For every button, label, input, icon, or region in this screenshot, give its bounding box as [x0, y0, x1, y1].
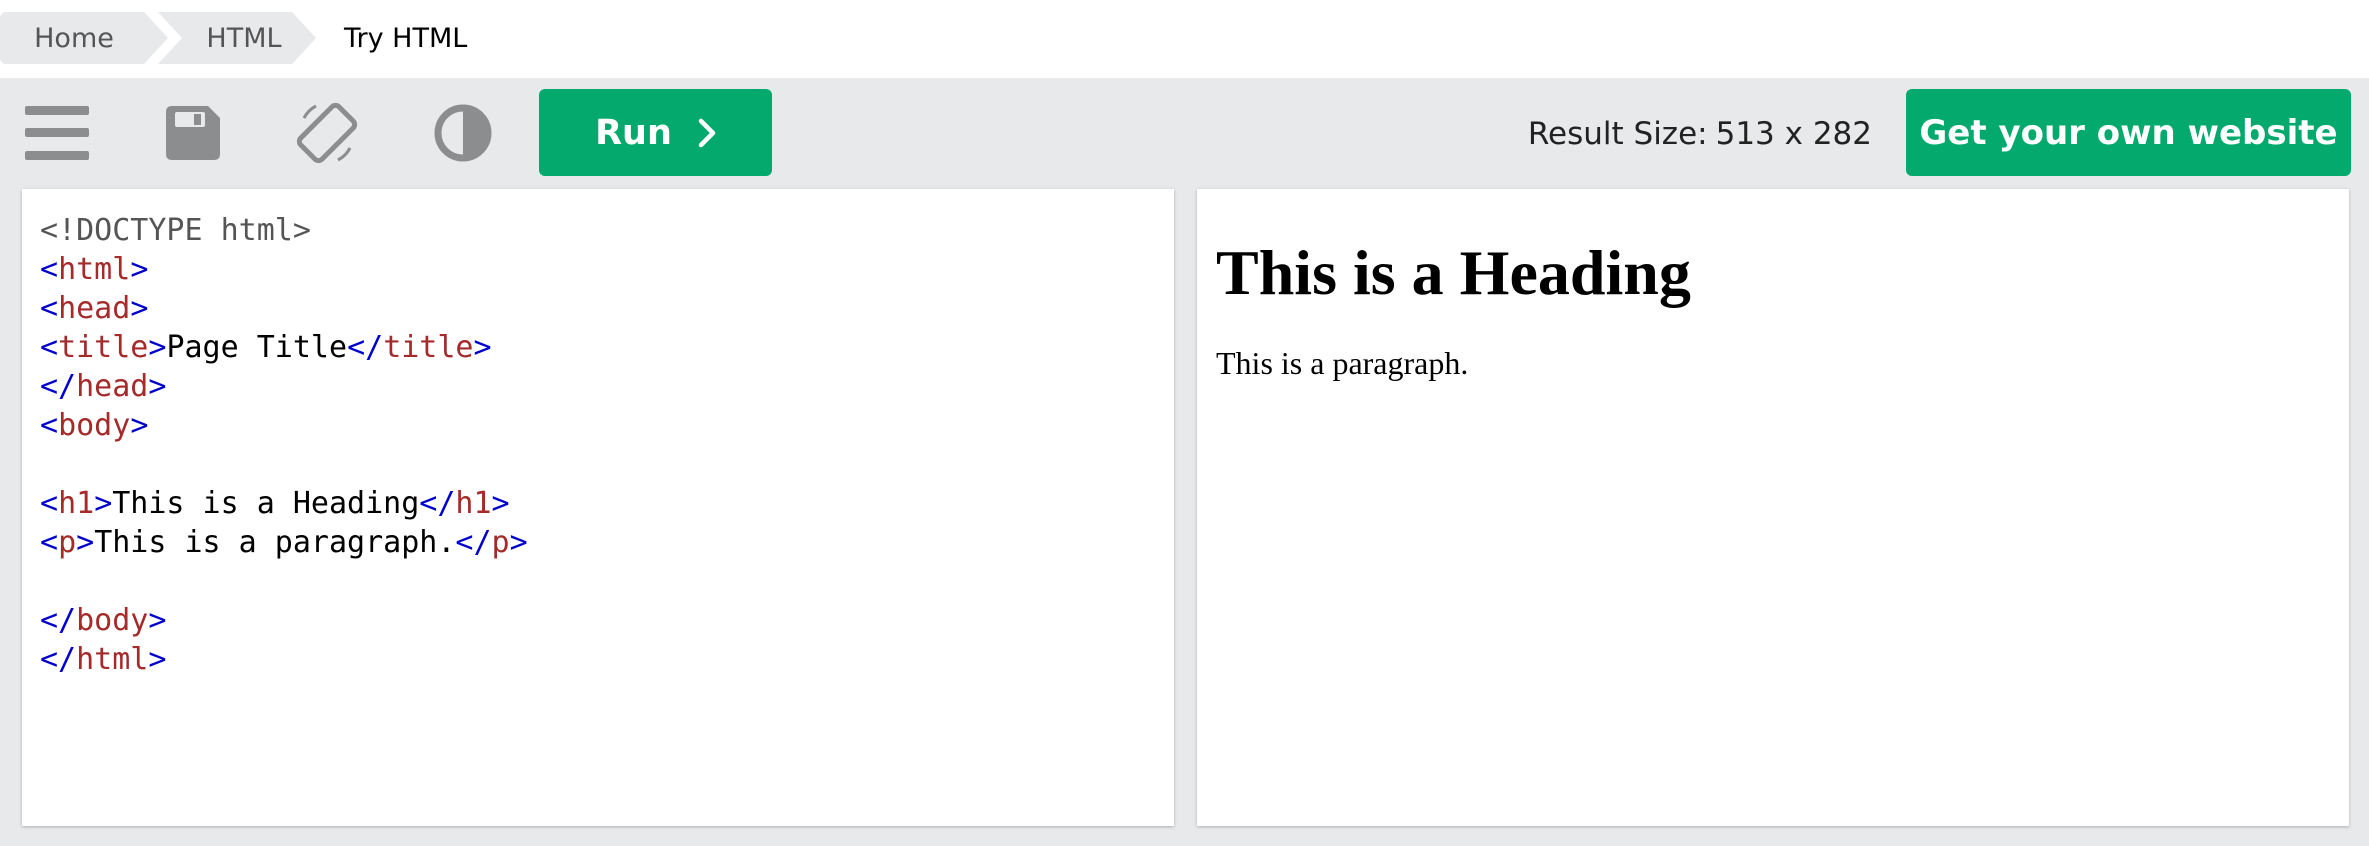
code-bracket: > — [148, 330, 167, 365]
code-bracket: > — [509, 525, 528, 560]
result-panel: This is a Heading This is a paragraph. — [1197, 189, 2349, 826]
code-tag-name: html — [76, 642, 149, 677]
code-bracket: > — [94, 486, 113, 521]
code-line: <h1>This is a Heading</h1> — [40, 484, 1174, 523]
code-doctype: <!DOCTYPE html> — [40, 213, 311, 248]
code-line: <head> — [40, 289, 1174, 328]
code-line: <html> — [40, 250, 1174, 289]
rotate-icon[interactable] — [294, 100, 360, 166]
code-bracket: </ — [40, 642, 77, 677]
chevron-right-icon — [698, 118, 716, 148]
code-lines: <!DOCTYPE html> <html> <head> <title>Page T… — [40, 211, 1174, 679]
code-line: </body> — [40, 601, 1174, 640]
breadcrumb-current: Try HTML — [344, 22, 468, 54]
code-line: <p>This is a paragraph.</p> — [40, 523, 1174, 562]
code-tag-name: p — [491, 525, 510, 560]
code-bracket: < — [40, 525, 59, 560]
code-bracket: > — [473, 330, 492, 365]
code-tag-name: html — [58, 252, 131, 287]
code-bracket: < — [40, 486, 59, 521]
breadcrumb: Home HTML Try HTML — [0, 0, 2369, 74]
code-bracket: < — [40, 252, 59, 287]
run-button[interactable]: Run — [539, 89, 772, 176]
save-icon[interactable] — [160, 100, 226, 166]
code-bracket: </ — [347, 330, 384, 365]
breadcrumb-home[interactable]: Home — [0, 12, 168, 64]
breadcrumb-html[interactable]: HTML — [158, 12, 316, 64]
code-bracket: < — [40, 291, 59, 326]
code-bracket: </ — [40, 369, 77, 404]
code-text: This is a paragraph. — [94, 525, 456, 560]
contrast-icon[interactable] — [430, 100, 496, 166]
code-bracket: > — [76, 525, 95, 560]
run-label: Run — [595, 112, 672, 153]
code-bracket: > — [148, 369, 167, 404]
code-tag-name: p — [58, 525, 77, 560]
code-line: <title>Page Title</title> — [40, 328, 1174, 367]
code-tag-name: title — [383, 330, 474, 365]
result-size-value: 513 x 282 — [1715, 116, 1872, 152]
get-own-website-button[interactable]: Get your own website — [1906, 89, 2351, 176]
code-editor[interactable]: <!DOCTYPE html> <html> <head> <title>Page T… — [22, 189, 1174, 826]
result-size-label: Result Size: — [1527, 116, 1708, 152]
code-bracket: > — [130, 408, 149, 443]
code-bracket: < — [40, 408, 59, 443]
result-paragraph: This is a paragraph. — [1216, 345, 1469, 381]
code-bracket: > — [148, 603, 167, 638]
code-line: </html> — [40, 640, 1174, 679]
code-tag-name: title — [58, 330, 149, 365]
menu-icon[interactable] — [24, 100, 90, 166]
code-bracket: </ — [419, 486, 456, 521]
code-text: Page Title — [166, 330, 348, 365]
result-size: Result Size: 513 x 282 — [1528, 114, 1872, 154]
code-bracket: </ — [40, 603, 77, 638]
code-bracket: </ — [455, 525, 492, 560]
code-tag-name: h1 — [455, 486, 492, 521]
toolbar: Run Result Size: 513 x 282 Get your own … — [0, 78, 2369, 188]
code-line: <body> — [40, 406, 1174, 445]
code-bracket: < — [40, 330, 59, 365]
code-tag-name: body — [58, 408, 131, 443]
code-bracket: > — [130, 291, 149, 326]
result-heading: This is a Heading — [1216, 237, 1691, 308]
code-tag-name: head — [58, 291, 131, 326]
code-bracket: > — [148, 642, 167, 677]
code-line: </head> — [40, 367, 1174, 406]
code-tag-name: head — [76, 369, 149, 404]
code-text: This is a Heading — [112, 486, 420, 521]
code-tag-name: body — [76, 603, 149, 638]
code-tag-name: h1 — [58, 486, 95, 521]
code-bracket: > — [130, 252, 149, 287]
panels-area: <!DOCTYPE html> <html> <head> <title>Page T… — [0, 188, 2369, 846]
code-line: <!DOCTYPE html> — [40, 211, 1174, 250]
code-bracket: > — [491, 486, 510, 521]
